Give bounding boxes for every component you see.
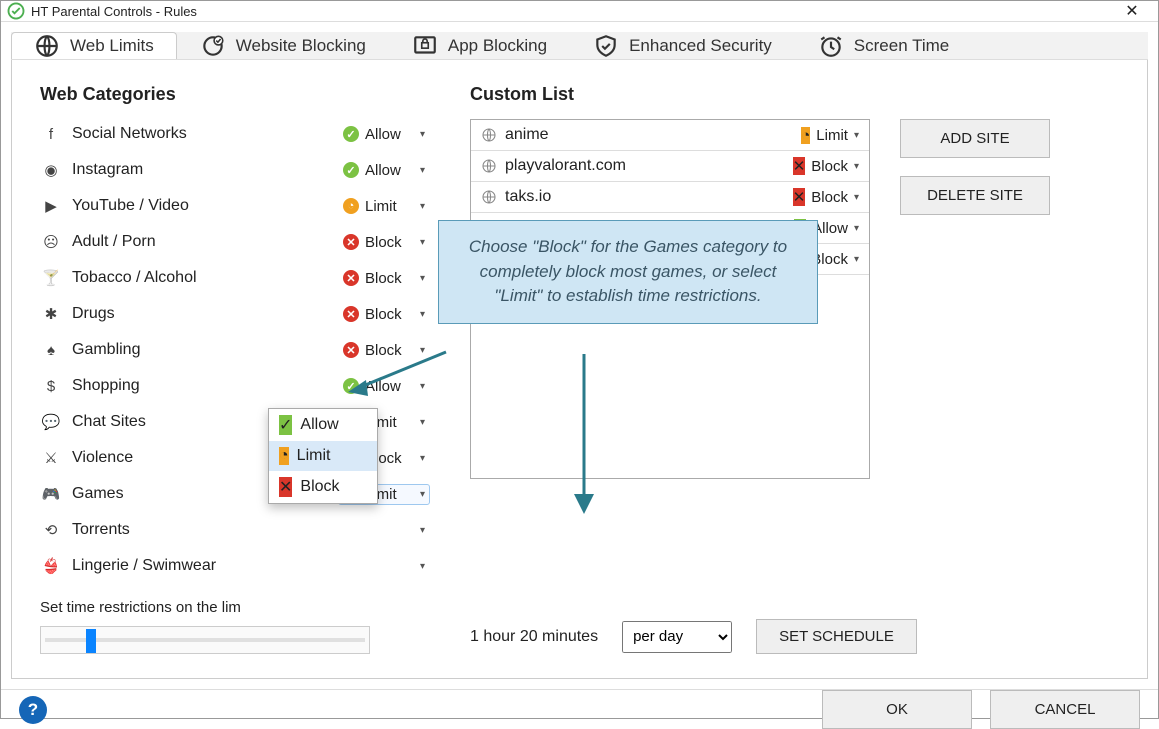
custom-site-name: taks.io	[505, 188, 767, 206]
heading-web-categories: Web Categories	[40, 84, 430, 105]
category-row: ✱Drugs✕Block▾	[40, 299, 430, 329]
time-restriction-hint: Set time restrictions on the lim	[40, 599, 430, 616]
help-icon[interactable]: ?	[19, 696, 47, 724]
action-dropdown-menu[interactable]: ✓Allow◔Limit✕Block	[268, 408, 378, 504]
category-icon: $	[40, 378, 62, 395]
category-label: Gambling	[62, 341, 338, 359]
category-icon: ⚔	[40, 449, 62, 467]
category-row: fSocial Networks✓Allow▾	[40, 119, 430, 149]
category-action-dropdown[interactable]: ✓Allow▾	[338, 124, 430, 145]
category-icon: 💬	[40, 413, 62, 431]
category-icon: ⟲	[40, 521, 62, 539]
category-label: YouTube / Video	[62, 197, 338, 215]
category-row: ⟲Torrents▾	[40, 515, 430, 545]
dropdown-item-allow[interactable]: ✓Allow	[269, 409, 377, 441]
heading-custom-list: Custom List	[470, 84, 1119, 105]
category-icon: ◉	[40, 161, 62, 179]
category-icon: ♠	[40, 342, 62, 359]
category-icon: ✱	[40, 305, 62, 323]
window-title: HT Parental Controls - Rules	[31, 4, 1112, 19]
dropdown-item-limit[interactable]: ◔Limit	[269, 441, 377, 471]
add-site-button[interactable]: ADD SITE	[900, 119, 1050, 158]
time-slider[interactable]	[40, 626, 370, 654]
category-icon: 🍸	[40, 269, 62, 287]
category-action-dropdown[interactable]: ✕Block▾	[338, 304, 430, 325]
custom-site-name: playvalorant.com	[505, 157, 767, 175]
app-icon	[7, 2, 25, 20]
globe-icon	[481, 189, 497, 205]
tab-enhanced-security[interactable]: Enhanced Security	[570, 32, 795, 59]
custom-action-dropdown[interactable]: ✕Block▾	[767, 157, 859, 175]
time-value-label: 1 hour 20 minutes	[470, 628, 598, 646]
category-action-dropdown[interactable]: ▾	[338, 523, 430, 538]
dropdown-item-block[interactable]: ✕Block	[269, 471, 377, 503]
category-icon: ☹	[40, 233, 62, 251]
tab-website-blocking[interactable]: Website Blocking	[177, 32, 389, 59]
category-label: Social Networks	[62, 125, 338, 143]
category-label: Lingerie / Swimwear	[62, 557, 338, 575]
category-label: Drugs	[62, 305, 338, 323]
category-row: ☹Adult / Porn✕Block▾	[40, 227, 430, 257]
close-icon[interactable]: ✕	[1112, 1, 1152, 21]
category-icon: 🎮	[40, 485, 62, 503]
category-label: Tobacco / Alcohol	[62, 269, 338, 287]
category-icon: 👙	[40, 557, 62, 575]
custom-site-name: anime	[505, 126, 767, 144]
category-row: ▶YouTube / Video◔Limit▾	[40, 191, 430, 221]
category-label: Adult / Porn	[62, 233, 338, 251]
set-schedule-button[interactable]: SET SCHEDULE	[756, 619, 917, 654]
globe-icon	[481, 127, 497, 143]
category-label: Torrents	[62, 521, 338, 539]
globe-icon	[481, 158, 497, 174]
category-label: Instagram	[62, 161, 338, 179]
tab-screen-time[interactable]: Screen Time	[795, 32, 972, 59]
category-action-dropdown[interactable]: ✓Allow▾	[338, 160, 430, 181]
tab-app-blocking[interactable]: App Blocking	[389, 32, 570, 59]
custom-list-row[interactable]: playvalorant.com✕Block▾	[471, 151, 869, 182]
category-action-dropdown[interactable]: ✕Block▾	[338, 268, 430, 289]
custom-action-dropdown[interactable]: ✕Block▾	[767, 188, 859, 206]
tutorial-callout: Choose "Block" for the Games category to…	[438, 220, 818, 324]
callout-arrow-left-icon	[338, 346, 458, 406]
delete-site-button[interactable]: DELETE SITE	[900, 176, 1050, 215]
category-action-dropdown[interactable]: ▾	[338, 559, 430, 574]
callout-arrow-down-icon	[564, 354, 604, 524]
category-icon: ▶	[40, 197, 62, 215]
cancel-button[interactable]: CANCEL	[990, 690, 1140, 729]
tab-web-limits[interactable]: Web Limits	[11, 32, 177, 59]
period-select[interactable]: per day	[622, 621, 732, 653]
category-icon: f	[40, 126, 62, 143]
category-row: 👙Lingerie / Swimwear▾	[40, 551, 430, 581]
custom-list-row[interactable]: anime◔Limit▾	[471, 120, 869, 151]
category-row: ◉Instagram✓Allow▾	[40, 155, 430, 185]
category-action-dropdown[interactable]: ◔Limit▾	[338, 196, 430, 217]
category-row: 🍸Tobacco / Alcohol✕Block▾	[40, 263, 430, 293]
category-label: Shopping	[62, 377, 338, 395]
custom-action-dropdown[interactable]: ◔Limit▾	[767, 127, 859, 144]
custom-list-row[interactable]: taks.io✕Block▾	[471, 182, 869, 213]
ok-button[interactable]: OK	[822, 690, 972, 729]
category-action-dropdown[interactable]: ✕Block▾	[338, 232, 430, 253]
